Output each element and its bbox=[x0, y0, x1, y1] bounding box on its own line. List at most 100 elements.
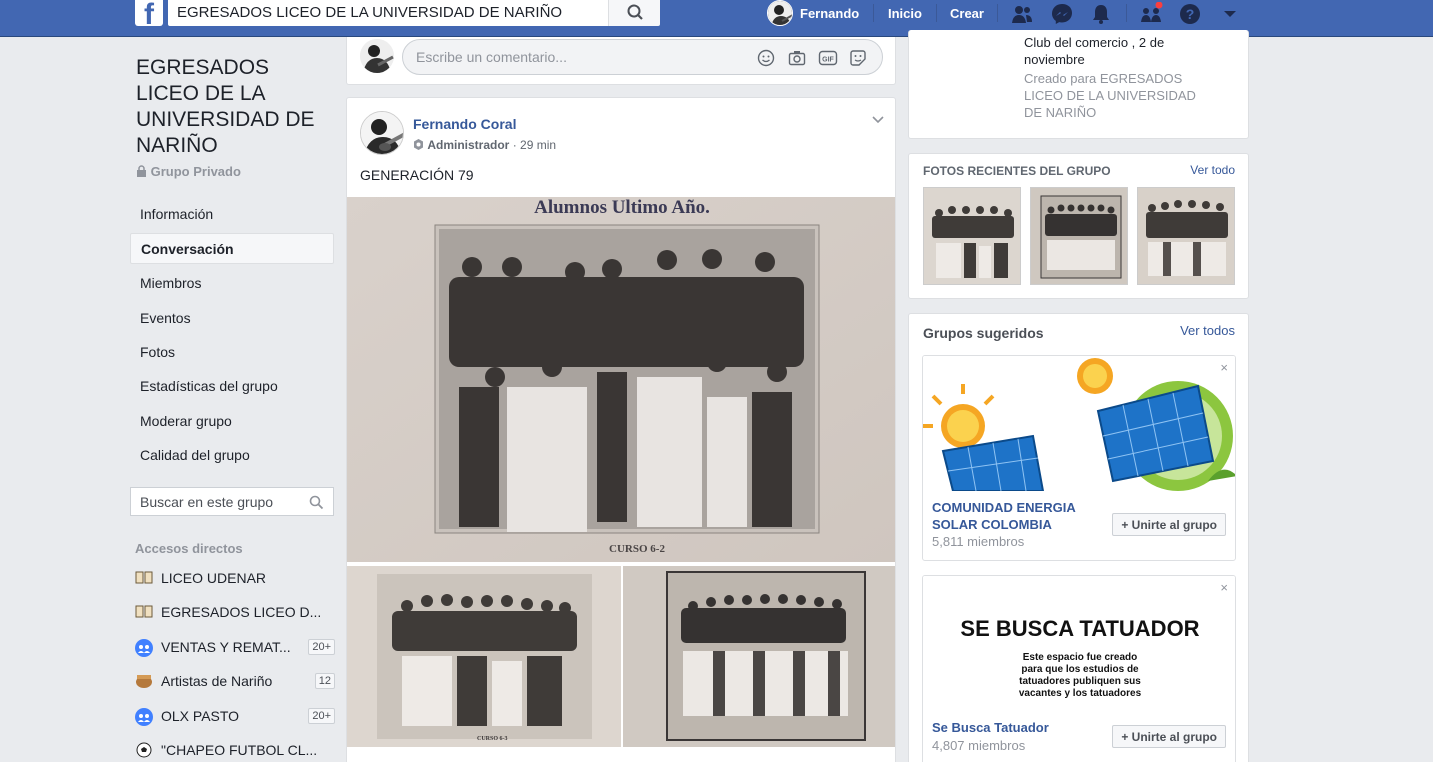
global-search-input[interactable]: EGRESADOS LICEO DE LA UNIVERSIDAD DE NAR… bbox=[168, 0, 608, 26]
banner-line: para que los estudios de bbox=[1021, 664, 1139, 675]
artist-icon bbox=[135, 673, 153, 689]
post-photo-thumb[interactable]: CURSO 6-3 bbox=[347, 566, 621, 747]
shortcut-item[interactable]: OLX PASTO 20+ bbox=[135, 705, 335, 727]
photo-caption-bottom: CURSO 6-2 bbox=[609, 543, 665, 555]
suggested-group-name-line2: SOLAR COLOMBIA bbox=[932, 517, 1052, 532]
shortcuts-heading: Accesos directos bbox=[135, 541, 243, 556]
recent-photo-thumb[interactable] bbox=[1137, 187, 1235, 285]
shortcut-label: EGRESADOS LICEO D... bbox=[161, 604, 322, 620]
banner-title: SE BUSCA TATUADOR bbox=[960, 616, 1200, 641]
group-icon bbox=[135, 639, 153, 657]
post-author-link[interactable]: Fernando Coral bbox=[413, 116, 516, 132]
book-icon bbox=[135, 604, 153, 620]
shortcut-count-badge: 12 bbox=[314, 673, 335, 689]
group-privacy-label: Grupo Privado bbox=[150, 164, 241, 179]
menu-item-miembros[interactable]: Miembros bbox=[130, 268, 334, 299]
post-meta: Administrador · 29 min bbox=[413, 138, 556, 152]
close-icon[interactable]: × bbox=[1220, 580, 1228, 595]
tatuador-banner[interactable]: SE BUSCA TATUADOR Este espacio fue cread… bbox=[923, 576, 1235, 711]
see-all-photos-link[interactable]: Ver todo bbox=[1190, 163, 1235, 177]
post-text: GENERACIÓN 79 bbox=[360, 167, 474, 183]
shortcut-item[interactable]: VENTAS Y REMAT... 20+ bbox=[135, 636, 335, 658]
menu-item-estadisticas[interactable]: Estadísticas del grupo bbox=[130, 371, 334, 402]
suggested-group-members: 4,807 miembros bbox=[932, 738, 1026, 753]
close-icon[interactable]: × bbox=[1220, 360, 1228, 375]
see-all-groups-link[interactable]: Ver todos bbox=[1180, 323, 1235, 338]
author-avatar[interactable] bbox=[360, 111, 404, 155]
banner-line: vacantes y los tatuadores bbox=[1018, 688, 1142, 699]
shortcut-label: OLX PASTO bbox=[161, 708, 240, 724]
group-post: Fernando Coral Administrador · 29 min GE… bbox=[346, 97, 896, 762]
shortcut-label: "CHAPEO FUTBOL CL... bbox=[161, 742, 318, 758]
menu-item-calidad[interactable]: Calidad del grupo bbox=[130, 440, 334, 471]
meta-separator: · bbox=[512, 138, 521, 152]
event-card: Club del comercio , 2 de noviembre Cread… bbox=[908, 30, 1249, 139]
suggested-group-name[interactable]: Se Busca Tatuador bbox=[932, 719, 1049, 736]
menu-item-eventos[interactable]: Eventos bbox=[130, 303, 334, 334]
shortcut-item[interactable]: "CHAPEO FUTBOL CL... bbox=[135, 739, 335, 761]
join-group-button[interactable]: + Unirte al grupo bbox=[1112, 725, 1226, 748]
search-button[interactable] bbox=[608, 0, 660, 26]
gif-icon[interactable]: GIF bbox=[818, 49, 838, 67]
help-question-icon[interactable]: ? bbox=[1178, 2, 1202, 26]
menu-item-moderar[interactable]: Moderar grupo bbox=[130, 406, 334, 437]
search-icon bbox=[627, 4, 643, 20]
plus-icon: + bbox=[1121, 730, 1132, 744]
avatar bbox=[360, 39, 394, 73]
lock-icon bbox=[137, 165, 146, 177]
group-title[interactable]: EGRESADOS LICEO DE LA UNIVERSIDAD DE NAR… bbox=[136, 55, 336, 159]
chevron-down-icon[interactable] bbox=[1218, 2, 1242, 26]
recent-photos-heading: FOTOS RECIENTES DEL GRUPO bbox=[923, 164, 1111, 178]
event-location-line1: Club del comercio , 2 de bbox=[1024, 35, 1165, 50]
comment-placeholder: Escribe un comentario... bbox=[416, 49, 567, 65]
plus-icon: + bbox=[1121, 518, 1132, 532]
shortcut-item[interactable]: LICEO UDENAR bbox=[135, 567, 335, 589]
suggested-groups-card: Grupos sugeridos Ver todos × COMUNIDAD E… bbox=[908, 313, 1249, 762]
post-role: Administrador bbox=[427, 138, 510, 152]
svg-text:?: ? bbox=[1186, 6, 1195, 22]
group-privacy: Grupo Privado bbox=[136, 164, 241, 179]
recent-photos-card: FOTOS RECIENTES DEL GRUPO Ver todo bbox=[908, 153, 1249, 299]
join-group-button[interactable]: + Unirte al grupo bbox=[1112, 513, 1226, 536]
friends-icon[interactable] bbox=[1010, 2, 1034, 26]
menu-item-conversacion[interactable]: Conversación bbox=[130, 233, 334, 264]
recent-photo-thumb[interactable] bbox=[923, 187, 1021, 285]
profile-link[interactable]: Fernando bbox=[767, 0, 859, 26]
shortcut-item[interactable]: EGRESADOS LICEO D... bbox=[135, 601, 335, 623]
shortcut-count-badge: 20+ bbox=[308, 708, 335, 724]
event-created-for: Creado para EGRESADOS LICEO DE LA UNIVER… bbox=[1024, 71, 1196, 120]
camera-icon[interactable] bbox=[788, 49, 806, 67]
shortcut-item[interactable]: Artistas de Nariño 12 bbox=[135, 670, 335, 692]
nav-divider bbox=[936, 4, 937, 22]
menu-item-informacion[interactable]: Información bbox=[130, 199, 334, 230]
menu-item-fotos[interactable]: Fotos bbox=[130, 337, 334, 368]
comment-composer: Escribe un comentario... GIF bbox=[346, 37, 896, 85]
emoji-icon[interactable] bbox=[757, 49, 775, 67]
profile-name: Fernando bbox=[800, 5, 860, 21]
create-link[interactable]: Crear bbox=[950, 0, 984, 26]
notifications-bell-icon[interactable] bbox=[1089, 2, 1113, 26]
banner-line: tatuadores publiquen sus bbox=[1019, 676, 1141, 687]
group-search-input[interactable]: Buscar en este grupo bbox=[130, 487, 334, 516]
event-location[interactable]: Club del comercio , 2 de noviembre bbox=[1024, 34, 1164, 68]
sticker-icon[interactable] bbox=[849, 49, 867, 67]
photo-thumb-caption: CURSO 6-3 bbox=[477, 736, 508, 742]
messenger-icon[interactable] bbox=[1050, 2, 1074, 26]
quick-help-icon[interactable] bbox=[1139, 2, 1163, 26]
event-location-line2: noviembre bbox=[1024, 52, 1085, 67]
facebook-logo-icon[interactable]: f bbox=[135, 0, 163, 26]
nav-divider bbox=[997, 4, 998, 22]
banner-line: Este espacio fue creado bbox=[1022, 652, 1138, 663]
comment-input[interactable]: Escribe un comentario... GIF bbox=[402, 39, 883, 75]
nav-divider bbox=[1126, 4, 1127, 22]
avatar bbox=[767, 0, 793, 26]
post-photo-thumb[interactable] bbox=[623, 566, 895, 747]
recent-photo-thumb[interactable] bbox=[1030, 187, 1128, 285]
post-timestamp[interactable]: 29 min bbox=[520, 138, 556, 152]
chevron-down-icon[interactable] bbox=[871, 112, 885, 126]
post-photo-main[interactable]: Alumnos Ultimo Año. CURSO 6-2 bbox=[347, 197, 895, 562]
suggested-group-name[interactable]: COMUNIDAD ENERGIA SOLAR COLOMBIA bbox=[932, 499, 1076, 533]
solar-panel-banner[interactable] bbox=[923, 356, 1236, 491]
home-link[interactable]: Inicio bbox=[888, 0, 922, 26]
suggested-group-name-line1: COMUNIDAD ENERGIA bbox=[932, 500, 1076, 515]
